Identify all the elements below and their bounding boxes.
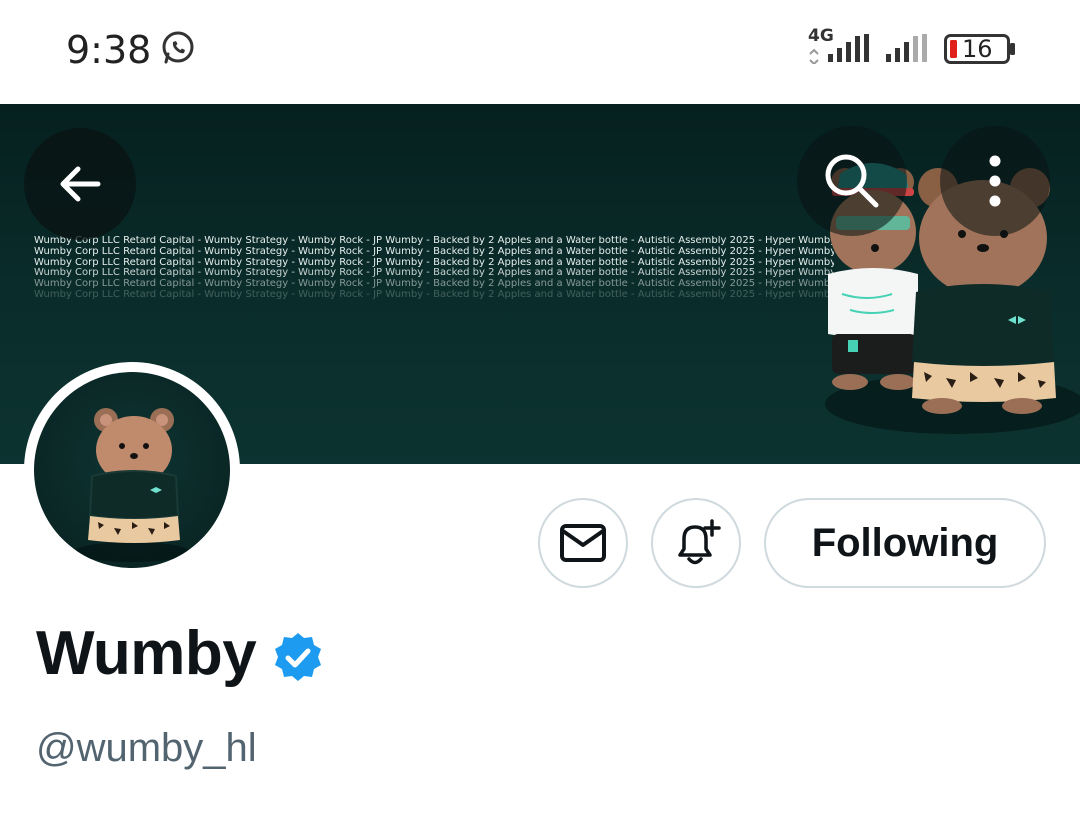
display-name: Wumby <box>36 619 257 688</box>
profile-name-row: Wumby <box>36 618 324 689</box>
more-vertical-icon <box>989 155 1001 207</box>
signal-sim1-icon <box>809 34 869 64</box>
message-button[interactable] <box>538 498 628 588</box>
signal-sim2-icon <box>886 34 927 62</box>
following-button[interactable]: Following <box>764 498 1046 588</box>
profile-avatar[interactable] <box>24 362 240 578</box>
avatar-image <box>34 372 230 568</box>
status-bar: 9:38 4G 16 <box>0 0 1080 104</box>
arrow-left-icon <box>60 166 101 202</box>
back-button[interactable] <box>24 128 136 240</box>
search-icon <box>825 154 879 208</box>
battery-level: 16 <box>962 35 993 63</box>
banner-text: Wumby Corp LLC Retard Capital - Wumby St… <box>34 236 834 301</box>
mail-icon <box>560 524 606 562</box>
more-options-button[interactable] <box>940 126 1050 236</box>
whatsapp-icon <box>162 31 194 64</box>
avatar-bear-illustration <box>74 408 190 562</box>
verified-badge-icon <box>275 632 322 681</box>
profile-handle: @wumby_hl <box>36 726 257 770</box>
notifications-button[interactable] <box>651 498 741 588</box>
bell-plus-icon <box>678 519 721 565</box>
banner-text-line: Wumby Corp LLC Retard Capital - Wumby St… <box>34 245 834 257</box>
status-time: 9:38 <box>66 28 152 72</box>
banner-text-line: Wumby Corp LLC Retard Capital - Wumby St… <box>34 288 834 300</box>
search-button[interactable] <box>797 126 907 236</box>
battery-icon: 16 <box>944 34 1016 64</box>
